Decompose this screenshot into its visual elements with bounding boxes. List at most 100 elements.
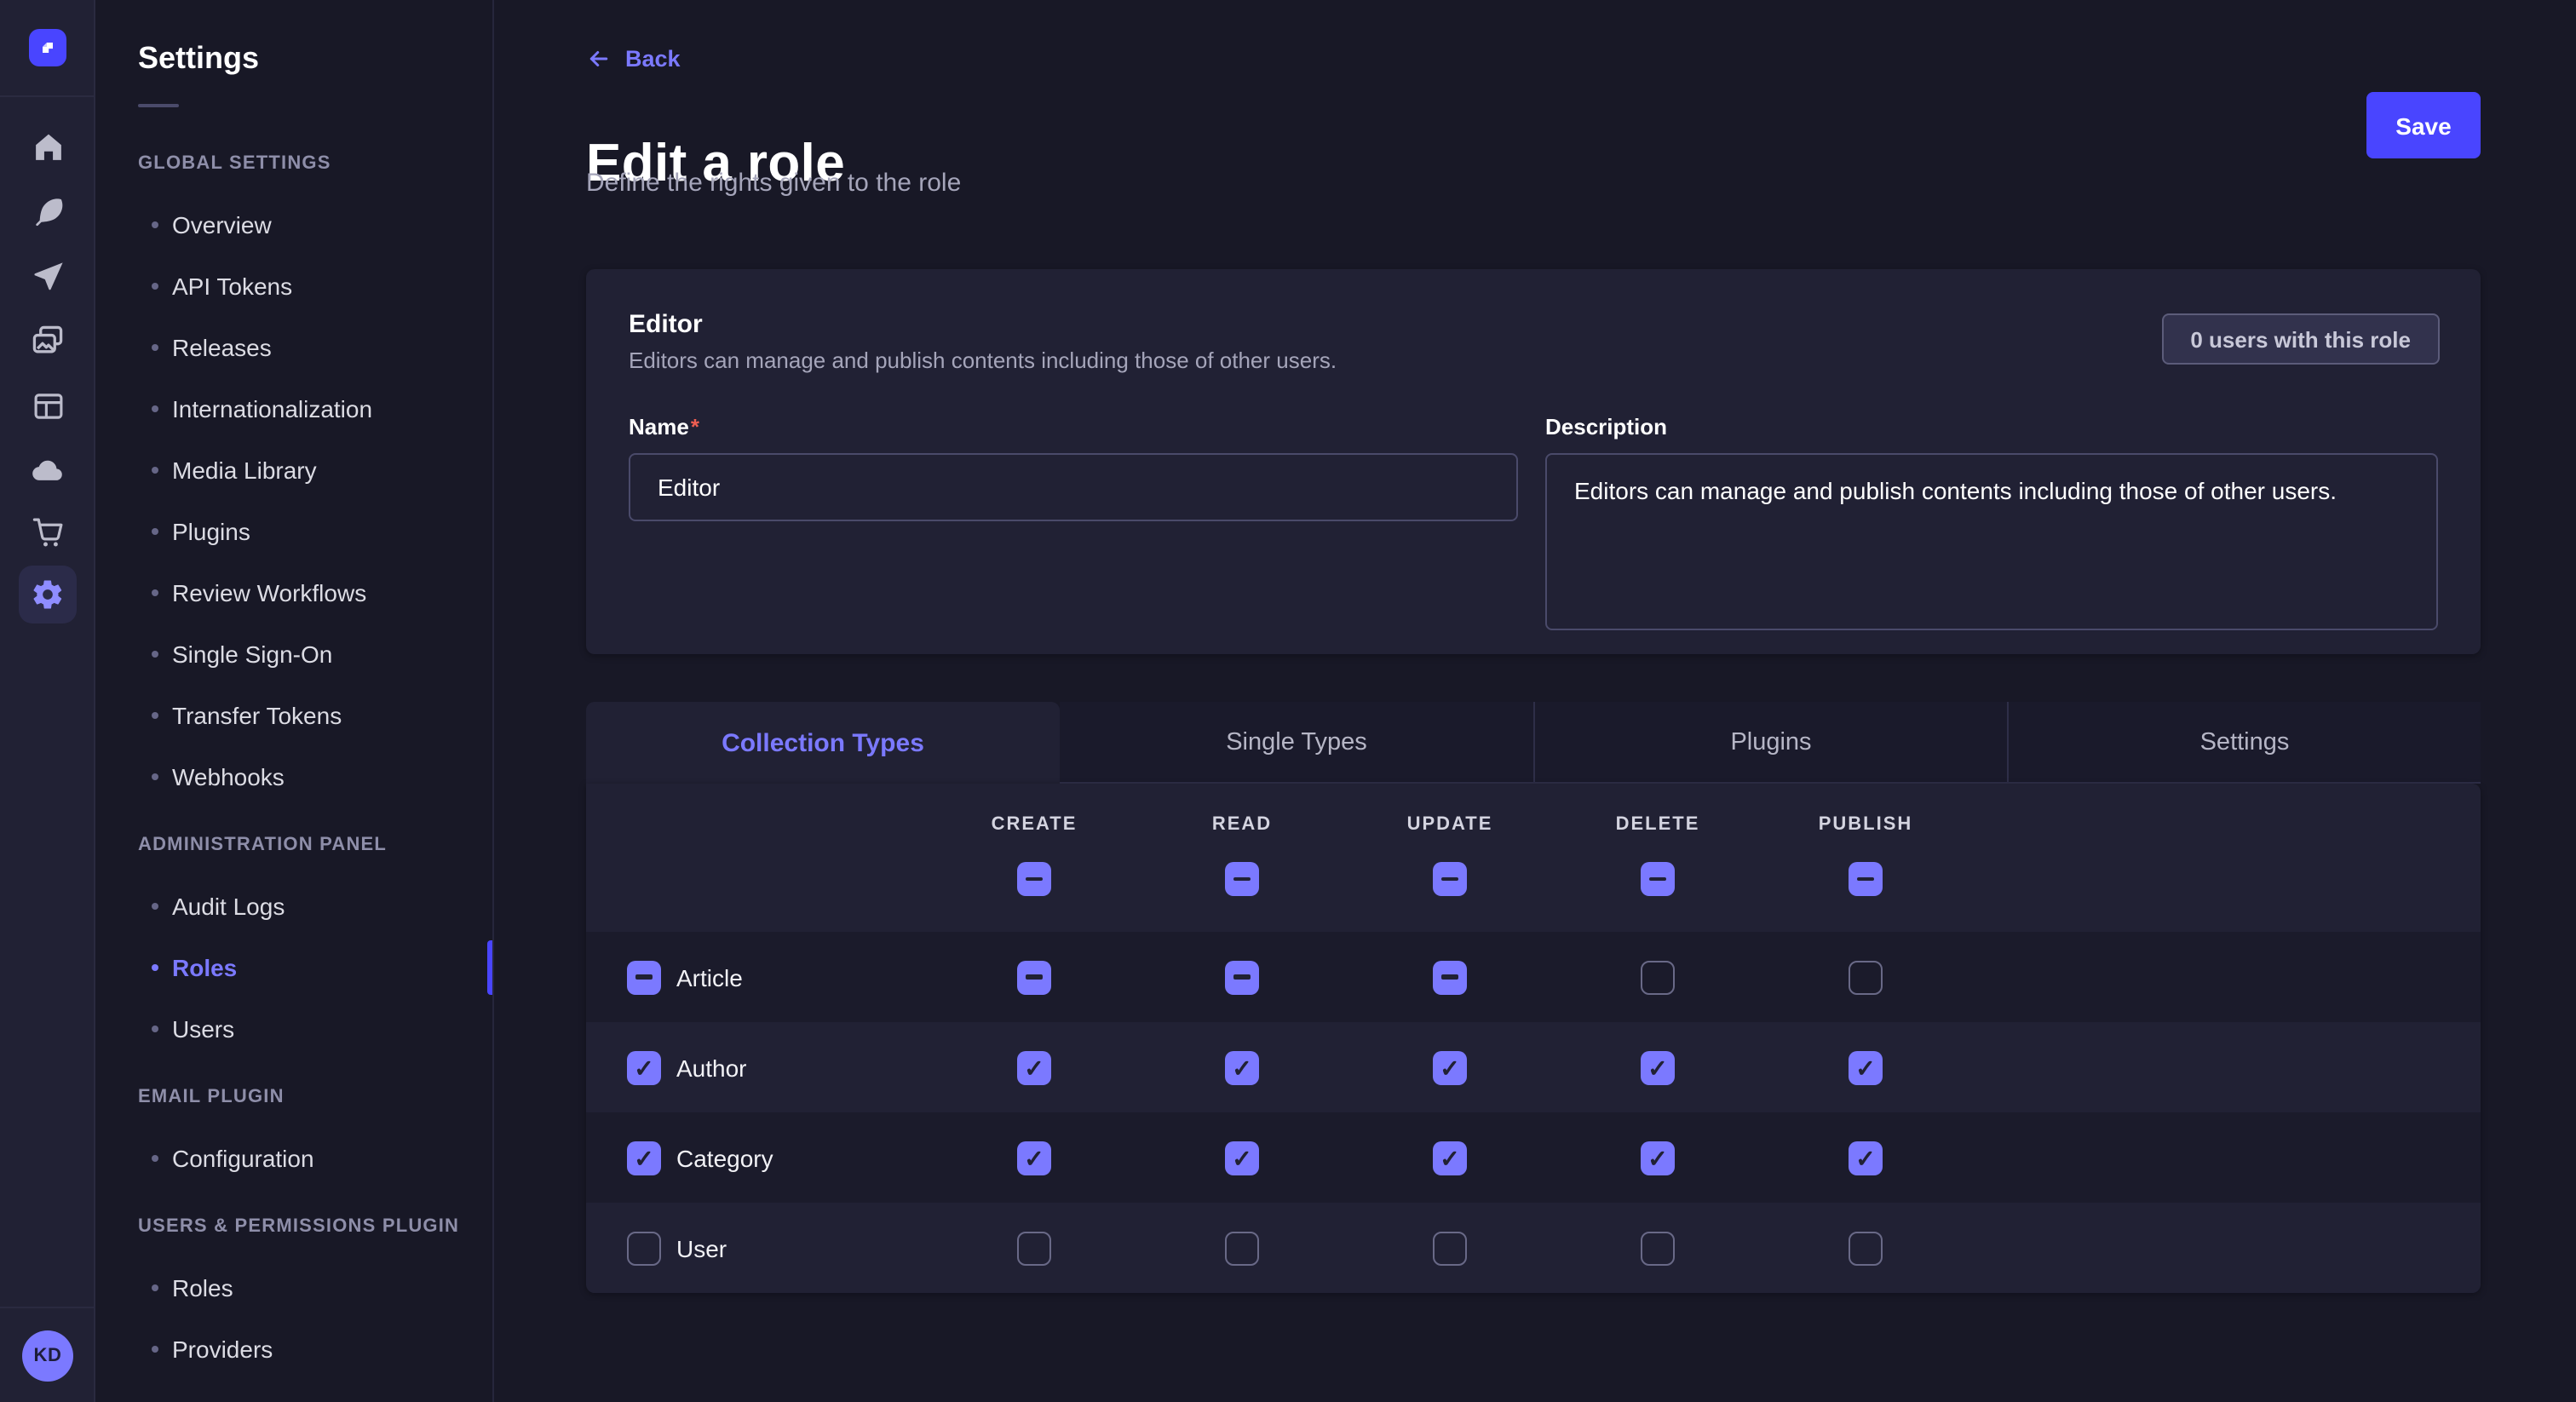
user-delete-checkbox[interactable] [1641,1231,1675,1265]
iconbar-bottom-divider [0,1307,94,1308]
sidebar-item-single-sign-on[interactable]: Single Sign-On [95,623,492,685]
save-button[interactable]: Save [2366,92,2481,158]
role-details-card: Editor Editors can manage and publish co… [586,269,2481,654]
table-row-category: Category [586,1112,2481,1203]
sidebar-item-audit-logs[interactable]: Audit Logs [95,876,492,937]
row-label: Author [676,1054,747,1081]
tab-single-types[interactable]: Single Types [1060,702,1533,784]
section-heading-users-permissions-plugin: USERS & PERMISSIONS PLUGIN [95,1196,492,1257]
sidebar-item-roles-up[interactable]: Roles [95,1257,492,1319]
tab-collection-types[interactable]: Collection Types [586,702,1060,784]
permissions-table-header: CREATE READ UPDATE DELETE PUBLISH [586,784,2481,932]
sidebar-item-api-tokens[interactable]: API Tokens [95,256,492,317]
permissions-tabs: Collection Types Single Types Plugins Se… [586,702,2481,784]
media-library-images-icon[interactable] [0,310,95,371]
sidebar-item-transfer-tokens[interactable]: Transfer Tokens [95,685,492,746]
iconbar-divider [0,95,94,97]
sidebar-item-overview[interactable]: Overview [95,194,492,256]
author-publish-checkbox[interactable] [1849,1050,1883,1084]
user-publish-checkbox[interactable] [1849,1231,1883,1265]
column-header-read: READ [1138,811,1346,838]
row-label: Category [676,1144,773,1171]
bullet-icon [152,1346,158,1353]
sidebar-item-roles-admin[interactable]: Roles [95,937,492,998]
article-publish-checkbox[interactable] [1849,960,1883,994]
settings-gear-active-tile[interactable] [19,566,77,623]
row-select-checkbox[interactable] [627,1050,661,1084]
article-update-checkbox[interactable] [1433,960,1467,994]
author-read-checkbox[interactable] [1225,1050,1259,1084]
article-create-checkbox[interactable] [1017,960,1051,994]
bullet-icon [152,405,158,412]
users-with-role-badge[interactable]: 0 users with this role [2161,313,2440,365]
user-update-checkbox[interactable] [1433,1231,1467,1265]
subnav-title-rule [138,104,179,107]
sidebar-item-configuration[interactable]: Configuration [95,1128,492,1189]
home-icon[interactable] [0,116,95,177]
table-row-user: User [586,1203,2481,1293]
sidebar-item-review-workflows[interactable]: Review Workflows [95,562,492,623]
category-publish-checkbox[interactable] [1849,1141,1883,1175]
tab-plugins[interactable]: Plugins [1533,702,2007,784]
description-textarea[interactable]: Editors can manage and publish contents … [1545,453,2438,630]
row-label: Article [676,963,743,991]
row-select-checkbox[interactable] [627,960,661,994]
select-all-update-checkbox[interactable] [1433,862,1467,896]
main-nav-iconbar: KD [0,0,95,1402]
bullet-icon [152,283,158,290]
select-all-create-checkbox[interactable] [1017,862,1051,896]
content-builder-feather-icon[interactable] [0,181,95,242]
author-delete-checkbox[interactable] [1641,1050,1675,1084]
bullet-icon [152,651,158,658]
name-field-label: Name* [629,414,699,440]
strapi-logo[interactable] [29,29,66,66]
description-field-label: Description [1545,414,1667,440]
table-row-article: Article [586,932,2481,1022]
user-read-checkbox[interactable] [1225,1231,1259,1265]
bullet-icon [152,712,158,719]
back-arrow-icon [586,46,612,72]
author-create-checkbox[interactable] [1017,1050,1051,1084]
user-create-checkbox[interactable] [1017,1231,1051,1265]
select-all-read-checkbox[interactable] [1225,862,1259,896]
bullet-icon [152,1284,158,1291]
deploy-paper-plane-icon[interactable] [0,245,95,307]
author-update-checkbox[interactable] [1433,1050,1467,1084]
cloud-icon[interactable] [0,440,95,501]
tab-settings[interactable]: Settings [2007,702,2481,784]
settings-gear-icon [31,577,65,612]
sidebar-item-providers[interactable]: Providers [95,1319,492,1380]
back-link[interactable]: Back [586,46,681,72]
column-header-update: UPDATE [1346,811,1554,838]
category-read-checkbox[interactable] [1225,1141,1259,1175]
bullet-icon [152,1155,158,1162]
bullet-icon [152,964,158,971]
section-heading-email-plugin: EMAIL PLUGIN [95,1066,492,1128]
sidebar-item-internationalization[interactable]: Internationalization [95,378,492,440]
category-delete-checkbox[interactable] [1641,1141,1675,1175]
sidebar-item-webhooks[interactable]: Webhooks [95,746,492,807]
sidebar-item-releases[interactable]: Releases [95,317,492,378]
select-all-delete-checkbox[interactable] [1641,862,1675,896]
article-delete-checkbox[interactable] [1641,960,1675,994]
sidebar-item-media-library[interactable]: Media Library [95,440,492,501]
settings-subnav: Settings GLOBAL SETTINGS Overview API To… [95,0,494,1402]
category-update-checkbox[interactable] [1433,1141,1467,1175]
category-create-checkbox[interactable] [1017,1141,1051,1175]
bullet-icon [152,773,158,780]
sidebar-item-users[interactable]: Users [95,998,492,1060]
article-read-checkbox[interactable] [1225,960,1259,994]
user-avatar[interactable]: KD [22,1330,73,1382]
bullet-icon [152,221,158,228]
app-window: KD Settings GLOBAL SETTINGS Overview API… [0,0,2576,1402]
page-subtitle: Define the rights given to the role [586,169,961,198]
row-select-checkbox[interactable] [627,1231,661,1265]
select-all-publish-checkbox[interactable] [1849,862,1883,896]
bullet-icon [152,903,158,910]
name-input[interactable] [629,453,1518,521]
sidebar-item-plugins[interactable]: Plugins [95,501,492,562]
content-manager-layout-icon[interactable] [0,375,95,436]
marketplace-cart-icon[interactable] [0,501,95,562]
row-select-checkbox[interactable] [627,1141,661,1175]
bullet-icon [152,467,158,474]
